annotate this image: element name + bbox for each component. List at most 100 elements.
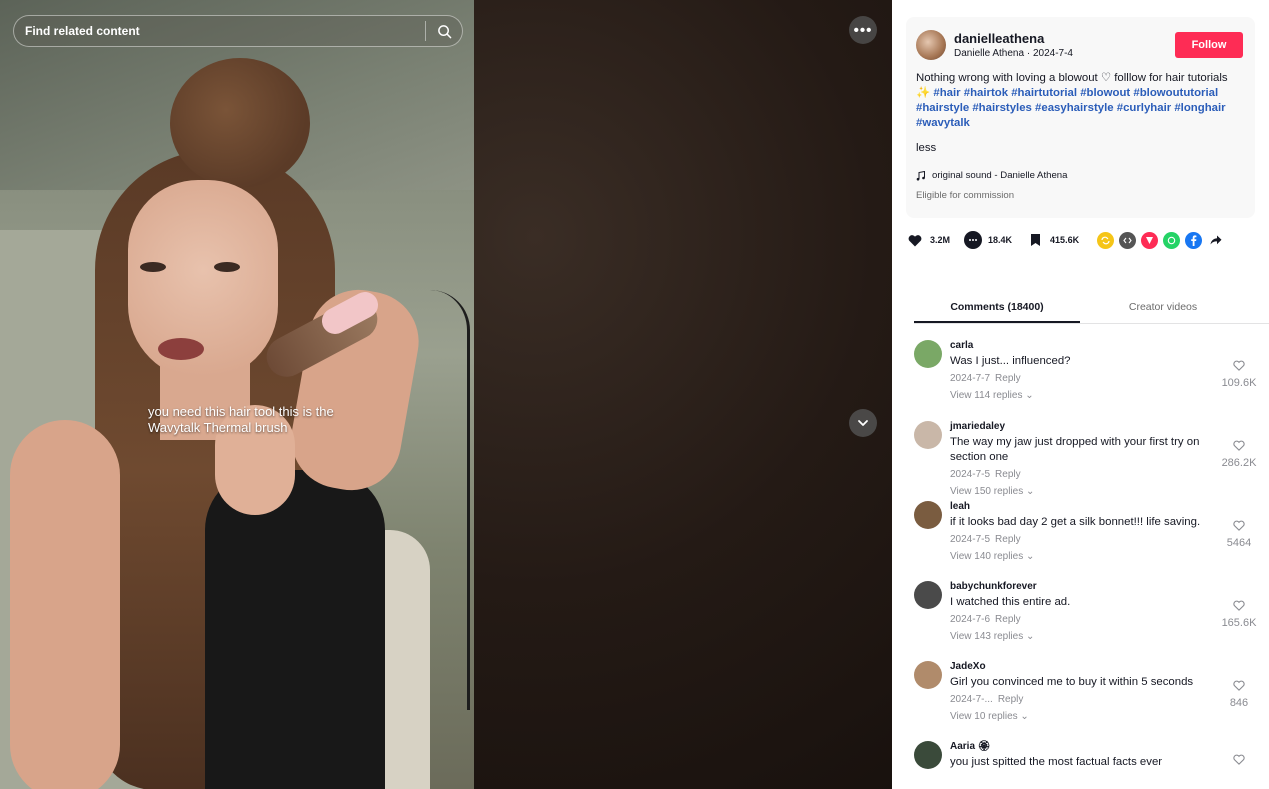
- comment-body: babychunkforever I watched this entire a…: [950, 581, 1212, 661]
- comment-body: JadeXo Girl you convinced me to buy it w…: [950, 661, 1212, 741]
- action-bar: 3.2M 18.4K 415.6K: [906, 230, 1246, 250]
- video-scene-arm: [10, 420, 120, 789]
- view-replies-button[interactable]: View 150 replies ⌄: [950, 486, 1212, 497]
- share-arrow-icon[interactable]: [1207, 232, 1224, 249]
- post-date: 2024-7-4: [1032, 48, 1073, 59]
- view-replies-button[interactable]: View 143 replies ⌄: [950, 631, 1212, 642]
- more-icon: •••: [853, 21, 873, 39]
- view-replies-button[interactable]: View 114 replies ⌄: [950, 390, 1212, 401]
- search-input[interactable]: [14, 24, 425, 38]
- comment-like[interactable]: [1219, 752, 1259, 770]
- video-scene-eye-left: [140, 262, 166, 272]
- comment-like[interactable]: 286.2K: [1219, 438, 1259, 469]
- music-link[interactable]: original sound - Danielle Athena: [916, 170, 1243, 181]
- view-replies-label: View 143 replies: [950, 631, 1024, 642]
- comment-list: carla Was I just... influenced? 2024-7-7…: [914, 340, 1259, 781]
- heart-outline-icon: [1233, 680, 1245, 691]
- search-button[interactable]: [426, 16, 462, 46]
- comment-item: jmariedaley The way my jaw just dropped …: [914, 421, 1259, 501]
- video-scene-bun: [170, 58, 310, 188]
- reply-button[interactable]: Reply: [998, 694, 1024, 705]
- heart-outline-icon: [1233, 360, 1245, 371]
- reply-button[interactable]: Reply: [995, 614, 1021, 625]
- video-frame[interactable]: you need this hair tool this is the Wavy…: [0, 0, 474, 789]
- comment-avatar[interactable]: [914, 661, 942, 689]
- embed-icon[interactable]: [1119, 231, 1137, 249]
- comment-meta: 2024-7-5 Reply: [950, 534, 1212, 545]
- reply-button[interactable]: Reply: [995, 469, 1021, 480]
- comment-username[interactable]: leah: [950, 501, 1212, 513]
- like-action[interactable]: 3.2M: [906, 231, 950, 249]
- search-bar: [13, 15, 463, 47]
- video-player[interactable]: you need this hair tool this is the Wavy…: [0, 0, 892, 789]
- comment-username[interactable]: carla: [950, 340, 1212, 352]
- view-replies-label: View 140 replies: [950, 551, 1024, 562]
- chevron-down-icon: ⌄: [1025, 631, 1035, 642]
- view-replies-label: View 10 replies: [950, 711, 1018, 722]
- author-text: danielleathena Danielle Athena · 2024-7-…: [954, 31, 1175, 59]
- reply-button[interactable]: Reply: [995, 373, 1021, 384]
- video-scene-eye-right: [214, 262, 240, 272]
- whatsapp-icon[interactable]: [1163, 231, 1181, 249]
- comment-text: Was I just... influenced?: [950, 355, 1071, 367]
- comment-like[interactable]: 5464: [1219, 518, 1259, 549]
- comment-text: The way my jaw just dropped with your fi…: [950, 436, 1200, 463]
- comment-body: carla Was I just... influenced? 2024-7-7…: [950, 340, 1212, 421]
- comment-avatar[interactable]: [914, 581, 942, 609]
- reply-button[interactable]: Reply: [995, 534, 1021, 545]
- save-action[interactable]: 415.6K: [1026, 231, 1079, 249]
- author-row: danielleathena Danielle Athena · 2024-7-…: [916, 29, 1243, 61]
- comment-avatar[interactable]: [914, 501, 942, 529]
- more-options-button[interactable]: •••: [849, 16, 877, 44]
- comment-item: JadeXo Girl you convinced me to buy it w…: [914, 661, 1259, 741]
- save-count: 415.6K: [1050, 235, 1080, 245]
- comment-like-count: 5464: [1226, 537, 1252, 549]
- author-username[interactable]: danielleathena: [954, 31, 1175, 46]
- chevron-down-icon: ⌄: [1025, 551, 1035, 562]
- tab-bar: Comments (18400) Creator videos: [914, 292, 1269, 324]
- comment-like[interactable]: 165.6K: [1219, 598, 1259, 629]
- facebook-icon[interactable]: [1185, 231, 1203, 249]
- comment-count: 18.4K: [988, 235, 1013, 245]
- comment-date: 2024-7-5: [950, 534, 991, 545]
- comment-body: leah if it looks bad day 2 get a silk bo…: [950, 501, 1212, 581]
- comment-username[interactable]: babychunkforever: [950, 581, 1212, 593]
- video-caption: you need this hair tool this is the Wavy…: [148, 404, 334, 435]
- comment-date: 2024-7-6: [950, 614, 991, 625]
- comment-item: Aaria 🏵 you just spitted the most factua…: [914, 741, 1259, 781]
- music-label: original sound - Danielle Athena: [932, 170, 1068, 181]
- less-button[interactable]: less: [916, 142, 1243, 154]
- comment-action[interactable]: 18.4K: [964, 231, 1012, 249]
- tab-creator-videos[interactable]: Creator videos: [1080, 292, 1246, 323]
- comment-meta: 2024-7-... Reply: [950, 694, 1212, 705]
- comment-text: Girl you convinced me to buy it within 5…: [950, 676, 1194, 688]
- video-scene-mouth: [158, 338, 204, 360]
- comment-like[interactable]: 109.6K: [1219, 358, 1259, 389]
- chevron-down-icon: ⌄: [1025, 390, 1034, 401]
- comment-like[interactable]: 846: [1219, 678, 1259, 709]
- send-icon[interactable]: [1141, 231, 1159, 249]
- comment-username[interactable]: JadeXo: [950, 661, 1212, 673]
- hashtags[interactable]: #hair #hairtok #hairtutorial #blowout #b…: [916, 87, 1226, 129]
- comment-text: I watched this entire ad.: [950, 596, 1071, 608]
- next-video-button[interactable]: [849, 409, 877, 437]
- video-scene-cable: [430, 290, 470, 710]
- comment-like-count: 109.6K: [1221, 377, 1257, 389]
- view-replies-button[interactable]: View 140 replies ⌄: [950, 551, 1212, 562]
- comment-username[interactable]: jmariedaley: [950, 421, 1212, 433]
- view-replies-button[interactable]: View 10 replies ⌄: [950, 711, 1212, 722]
- comment-avatar[interactable]: [914, 421, 942, 449]
- post-description: Nothing wrong with loving a blowout ♡ fo…: [916, 71, 1243, 131]
- follow-button[interactable]: Follow: [1175, 32, 1243, 58]
- commission-label: Eligible for commission: [916, 190, 1015, 201]
- comment-username[interactable]: Aaria 🏵: [950, 741, 1212, 753]
- author-avatar[interactable]: [916, 30, 946, 60]
- comment-avatar[interactable]: [914, 741, 942, 769]
- repost-icon[interactable]: [1097, 231, 1115, 249]
- comment-like-count: 846: [1229, 697, 1249, 709]
- comment-item: leah if it looks bad day 2 get a silk bo…: [914, 501, 1259, 581]
- heart-outline-icon: [1233, 440, 1245, 451]
- tab-comments[interactable]: Comments (18400): [914, 292, 1080, 323]
- comment-avatar[interactable]: [914, 340, 942, 368]
- comment-meta: 2024-7-7 Reply: [950, 373, 1212, 384]
